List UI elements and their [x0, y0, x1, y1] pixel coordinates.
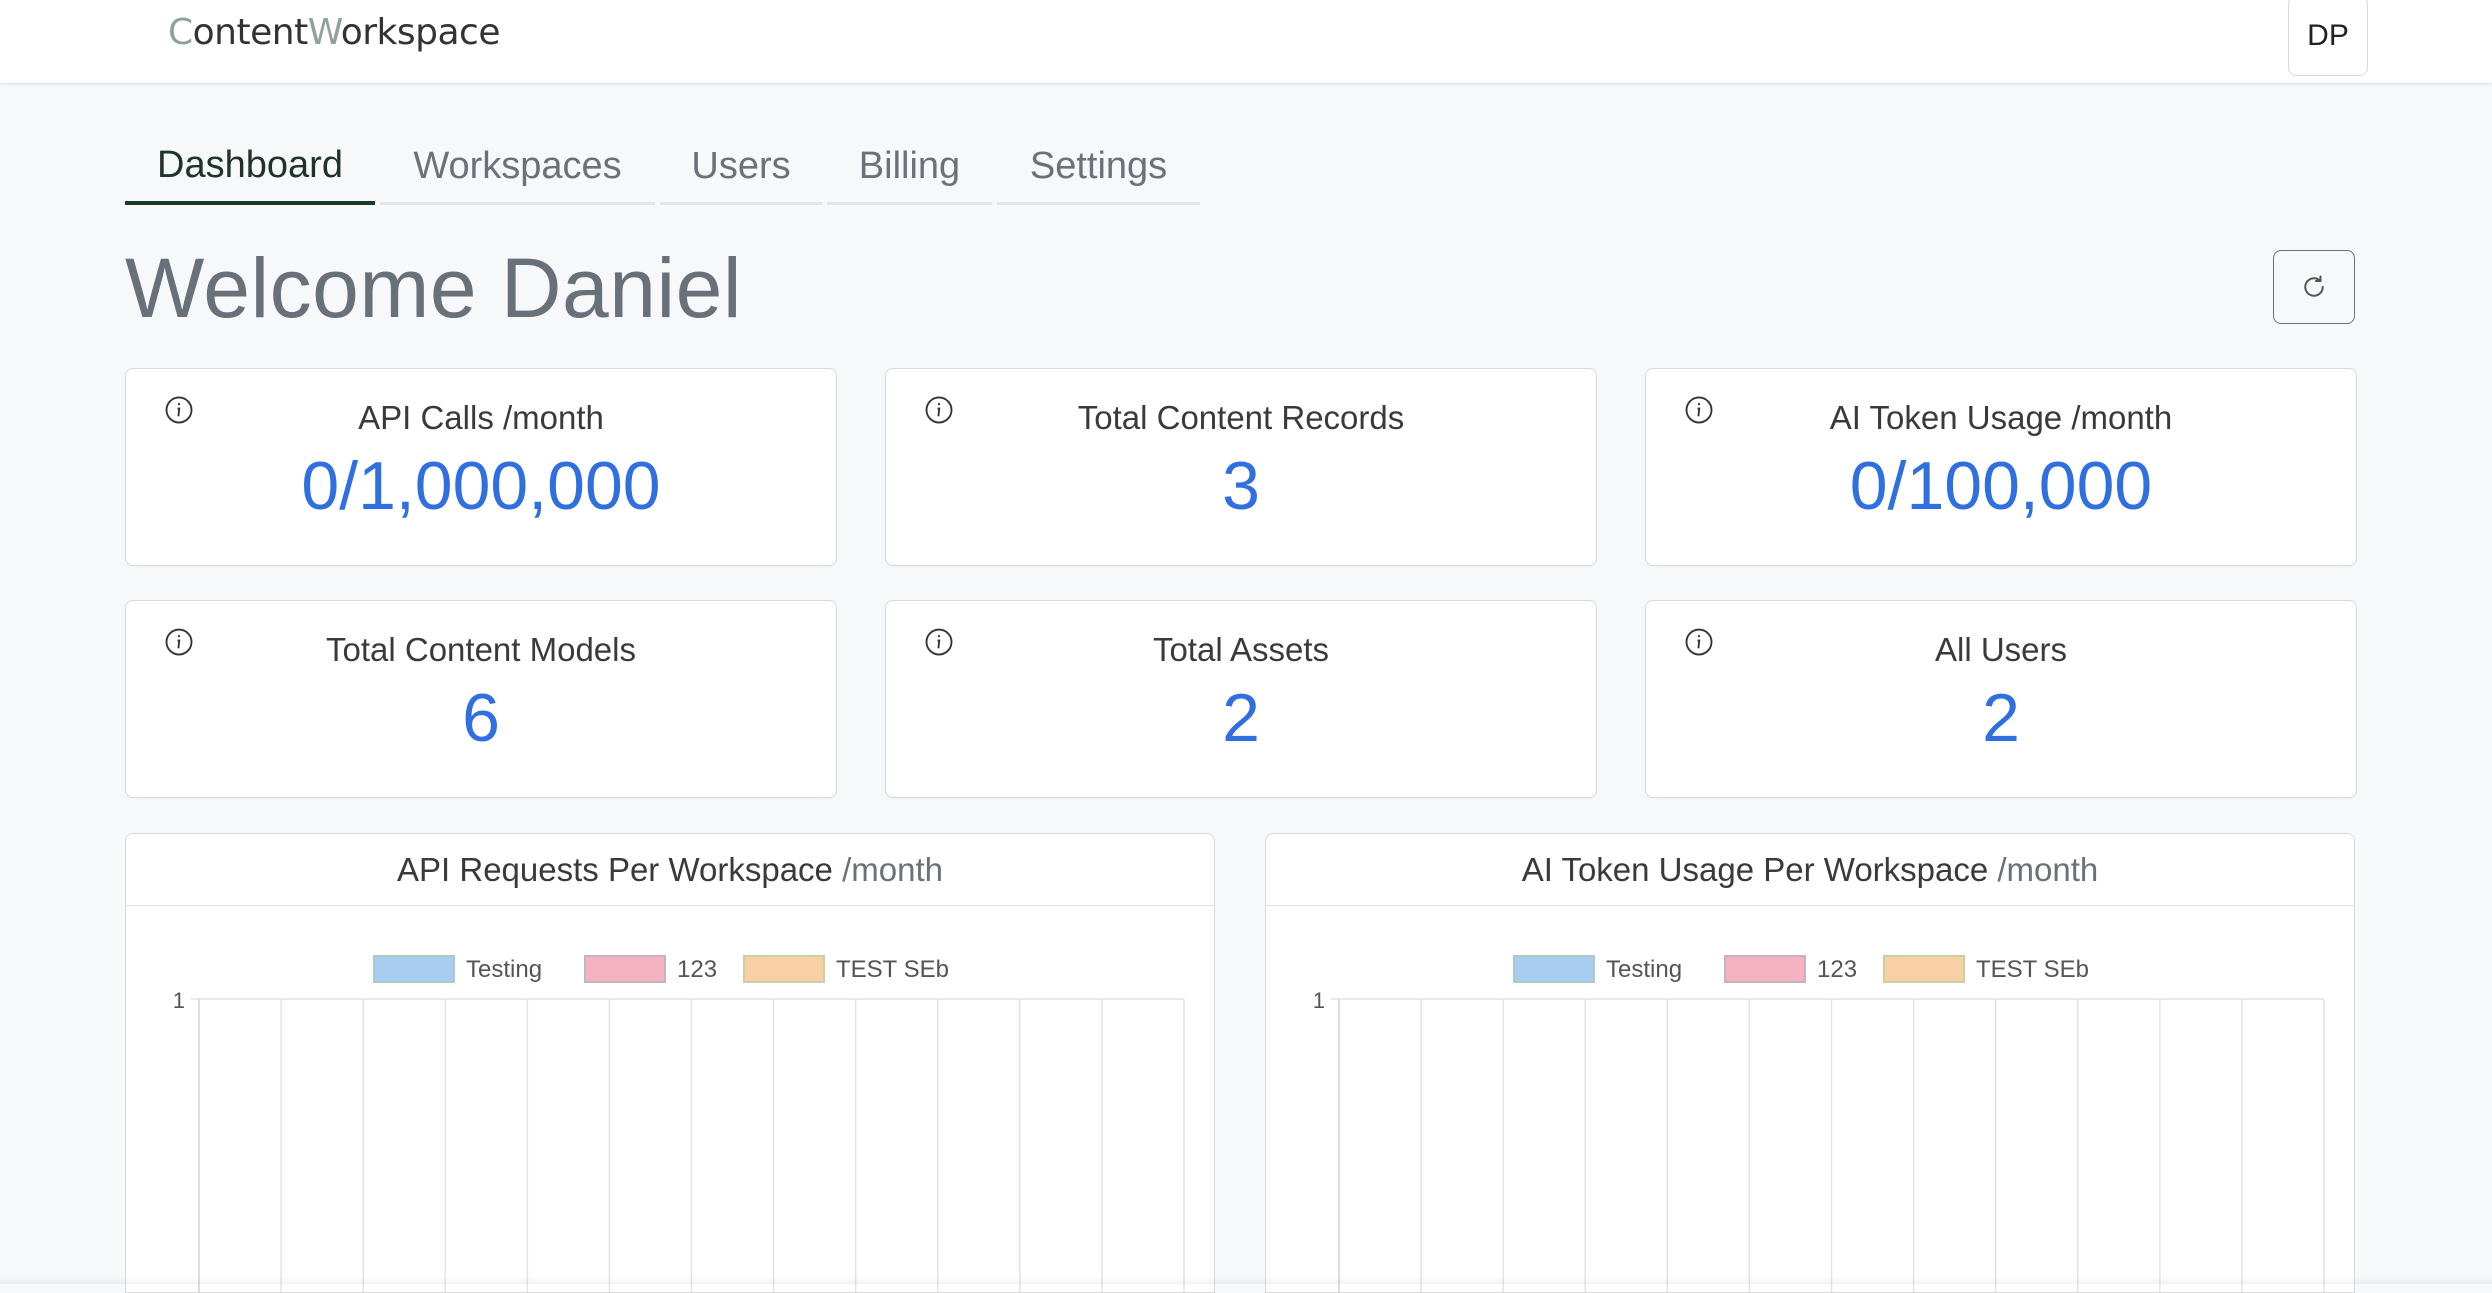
viewport-edge-shade [0, 1276, 2492, 1284]
stat-value: 2 [1982, 680, 2020, 756]
stat-value: 0/1,000,000 [301, 448, 661, 524]
legend-label: Testing [1606, 956, 1682, 983]
api-requests-chart: Testing 123 TEST SEb 1 [173, 955, 1185, 1292]
tab-settings[interactable]: Settings [997, 130, 1200, 205]
stat-value: 6 [462, 680, 500, 756]
panel-header: AI Token Usage Per Workspace /month [1266, 834, 2354, 906]
panel-title: API Requests Per Workspace [397, 851, 833, 888]
stat-card-content-models: Total Content Models 6 [125, 600, 837, 798]
refresh-button[interactable] [2273, 250, 2355, 324]
app-logo[interactable]: ContentWorkspace [168, 12, 500, 53]
panel-title: AI Token Usage Per Workspace [1521, 851, 1989, 888]
stat-card-assets: Total Assets 2 [885, 600, 1597, 798]
legend-swatch [373, 955, 455, 983]
ai-token-chart-panel: AI Token Usage Per Workspace /month Test… [1265, 833, 2355, 1293]
legend-swatch [743, 955, 825, 983]
legend-label: 123 [677, 956, 717, 983]
logo-letter-c: C [168, 12, 193, 53]
stat-value: 3 [1222, 448, 1260, 524]
stat-title: API Calls /month [358, 399, 604, 436]
tab-users[interactable]: Users [660, 130, 822, 205]
logo-text-orkspace: orkspace [340, 12, 501, 53]
top-bar: ContentWorkspace DP [0, 0, 2492, 84]
legend-swatch [1724, 955, 1806, 983]
legend-swatch [1883, 955, 1965, 983]
legend-label: 123 [1817, 956, 1857, 983]
main-tabs: Dashboard Workspaces Users Billing Setti… [125, 130, 1205, 208]
stat-title: All Users [1934, 631, 2068, 668]
ai-token-chart: Testing 123 TEST SEb 1 [1313, 955, 2325, 1292]
user-avatar-button[interactable]: DP [2288, 0, 2368, 76]
stat-value: 0/100,000 [1849, 448, 2153, 524]
tab-billing[interactable]: Billing [827, 130, 992, 205]
stat-card-ai-token-usage: AI Token Usage /month 0/100,000 [1645, 368, 2357, 566]
legend-swatch [1513, 955, 1595, 983]
stat-title: Total Assets [1152, 631, 1330, 668]
panel-unit: /month [1997, 851, 2099, 888]
panel-header: API Requests Per Workspace /month [126, 834, 1214, 906]
logo-text-ontent: ontent [192, 12, 309, 53]
stat-card-all-users: All Users 2 [1645, 600, 2357, 798]
panel-unit: /month [842, 851, 943, 888]
legend-label: TEST SEb [1976, 956, 2089, 983]
page-title: Welcome Daniel [125, 241, 743, 335]
y-tick-label: 1 [173, 988, 185, 1013]
tab-workspaces[interactable]: Workspaces [380, 130, 655, 205]
tab-dashboard[interactable]: Dashboard [125, 130, 375, 205]
stat-title: AI Token Usage /month [1829, 399, 2173, 436]
api-requests-chart-panel: API Requests Per Workspace /month Testin… [125, 833, 1215, 1293]
legend-label: TEST SEb [836, 956, 949, 983]
stat-card-content-records: Total Content Records 3 [885, 368, 1597, 566]
logo-letter-w: W [307, 12, 342, 53]
stat-title: Total Content Records [1077, 399, 1405, 436]
legend-swatch [584, 955, 666, 983]
stat-value: 2 [1222, 680, 1260, 756]
refresh-icon [2304, 275, 2324, 297]
stat-card-api-calls: API Calls /month 0/1,000,000 [125, 368, 837, 566]
y-tick-label: 1 [1313, 988, 1325, 1013]
stat-title: Total Content Models [325, 631, 636, 668]
legend-label: Testing [466, 956, 542, 983]
